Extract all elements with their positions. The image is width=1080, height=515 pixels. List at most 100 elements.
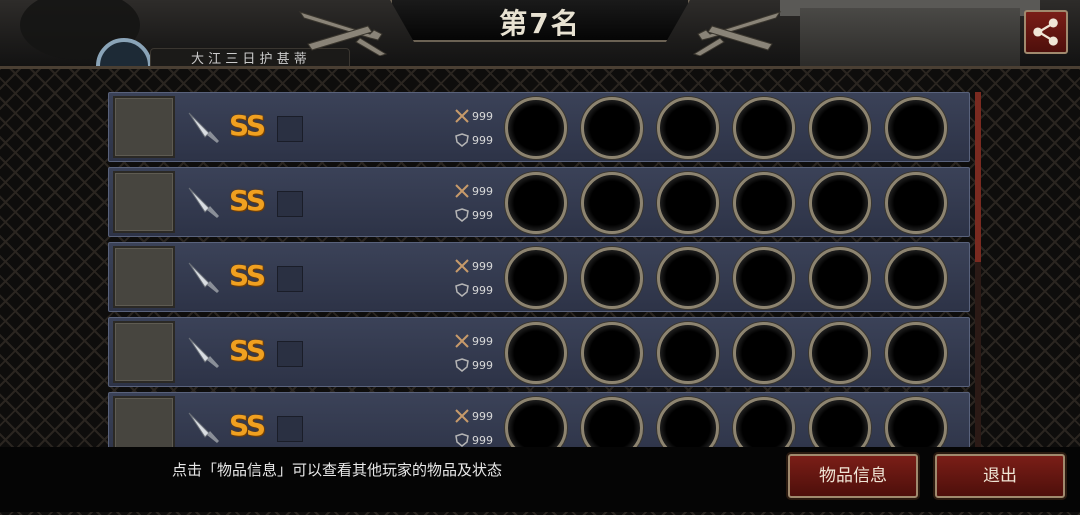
defense-stat: 999 [455, 283, 493, 297]
hint-text: 点击「物品信息」可以查看其他玩家的物品及状态 [172, 461, 503, 479]
grade-label: SS [229, 109, 266, 142]
attack-stat: 999 [455, 409, 493, 423]
attack-value: 999 [472, 259, 493, 273]
gem-socket[interactable] [809, 97, 871, 159]
item-checkbox[interactable] [277, 191, 303, 217]
gem-socket[interactable] [733, 322, 795, 384]
attack-value: 999 [472, 409, 493, 423]
attack-value: 999 [472, 109, 493, 123]
item-list[interactable]: SS 999 999 SS 999 999 SS 999 999 SS 999 … [108, 92, 970, 447]
gem-socket[interactable] [657, 97, 719, 159]
item-slot[interactable] [113, 171, 175, 233]
rank-title: 第7名 [499, 7, 581, 40]
attack-stat: 999 [455, 184, 493, 198]
gem-socket[interactable] [505, 97, 567, 159]
defense-stat: 999 [455, 433, 493, 447]
crossed-guns-left-icon [290, 4, 390, 57]
item-slot[interactable] [113, 246, 175, 308]
grade-label: SS [229, 409, 266, 442]
attack-stat: 999 [455, 334, 493, 348]
swords-icon [455, 334, 469, 348]
shield-icon [455, 358, 469, 372]
knife-icon [185, 109, 221, 145]
item-slot[interactable] [113, 321, 175, 383]
gem-socket[interactable] [885, 172, 947, 234]
item-row[interactable]: SS 999 999 [108, 242, 970, 312]
defense-stat: 999 [455, 208, 493, 222]
gem-socket[interactable] [809, 322, 871, 384]
defense-value: 999 [472, 433, 493, 447]
item-checkbox[interactable] [277, 266, 303, 292]
item-row[interactable]: SS 999 999 [108, 92, 970, 162]
shield-icon [455, 433, 469, 447]
gem-socket[interactable] [733, 397, 795, 447]
gem-slots [505, 97, 947, 159]
gem-socket[interactable] [657, 172, 719, 234]
attack-value: 999 [472, 184, 493, 198]
gem-slots [505, 172, 947, 234]
gem-socket[interactable] [885, 322, 947, 384]
gem-socket[interactable] [505, 322, 567, 384]
gem-socket[interactable] [505, 247, 567, 309]
gem-socket[interactable] [885, 247, 947, 309]
gem-socket[interactable] [809, 397, 871, 447]
item-checkbox[interactable] [277, 341, 303, 367]
attack-stat: 999 [455, 109, 493, 123]
gem-socket[interactable] [581, 397, 643, 447]
defense-value: 999 [472, 208, 493, 222]
gem-socket[interactable] [657, 247, 719, 309]
scrollbar[interactable] [975, 92, 981, 447]
gem-slots [505, 247, 947, 309]
exit-button[interactable]: 退出 [935, 454, 1065, 498]
gem-socket[interactable] [885, 397, 947, 447]
gem-socket[interactable] [581, 247, 643, 309]
gem-socket[interactable] [505, 397, 567, 447]
house-silhouette [800, 8, 1020, 68]
gem-socket[interactable] [809, 172, 871, 234]
defense-stat: 999 [455, 133, 493, 147]
item-info-button[interactable]: 物品信息 [788, 454, 918, 498]
gem-socket[interactable] [505, 172, 567, 234]
crossed-guns-right-icon [690, 4, 790, 57]
item-row[interactable]: SS 999 999 [108, 167, 970, 237]
share-button[interactable] [1024, 10, 1068, 54]
swords-icon [455, 409, 469, 423]
swords-icon [455, 184, 469, 198]
attack-value: 999 [472, 334, 493, 348]
gem-slots [505, 397, 947, 447]
defense-value: 999 [472, 358, 493, 372]
knife-icon [185, 259, 221, 295]
grade-label: SS [229, 334, 266, 367]
attack-stat: 999 [455, 259, 493, 273]
item-checkbox[interactable] [277, 116, 303, 142]
knife-icon [185, 334, 221, 370]
gem-socket[interactable] [657, 397, 719, 447]
gem-socket[interactable] [581, 322, 643, 384]
item-checkbox[interactable] [277, 416, 303, 442]
gem-socket[interactable] [581, 172, 643, 234]
gem-socket[interactable] [733, 172, 795, 234]
defense-value: 999 [472, 133, 493, 147]
shield-icon [455, 208, 469, 222]
item-row[interactable]: SS 999 999 [108, 392, 970, 447]
title-banner: 第7名 [290, 0, 790, 60]
gem-socket[interactable] [733, 247, 795, 309]
grade-label: SS [229, 259, 266, 292]
gem-socket[interactable] [581, 97, 643, 159]
gem-socket[interactable] [657, 322, 719, 384]
knife-icon [185, 184, 221, 220]
shield-icon [455, 283, 469, 297]
defense-value: 999 [472, 283, 493, 297]
shield-icon [455, 133, 469, 147]
gem-socket[interactable] [885, 97, 947, 159]
item-slot[interactable] [113, 396, 175, 447]
grade-label: SS [229, 184, 266, 217]
swords-icon [455, 259, 469, 273]
gem-slots [505, 322, 947, 384]
item-row[interactable]: SS 999 999 [108, 317, 970, 387]
gem-socket[interactable] [809, 247, 871, 309]
footer-bar [0, 447, 1080, 512]
scrollbar-thumb[interactable] [975, 92, 981, 262]
gem-socket[interactable] [733, 97, 795, 159]
item-slot[interactable] [113, 96, 175, 158]
